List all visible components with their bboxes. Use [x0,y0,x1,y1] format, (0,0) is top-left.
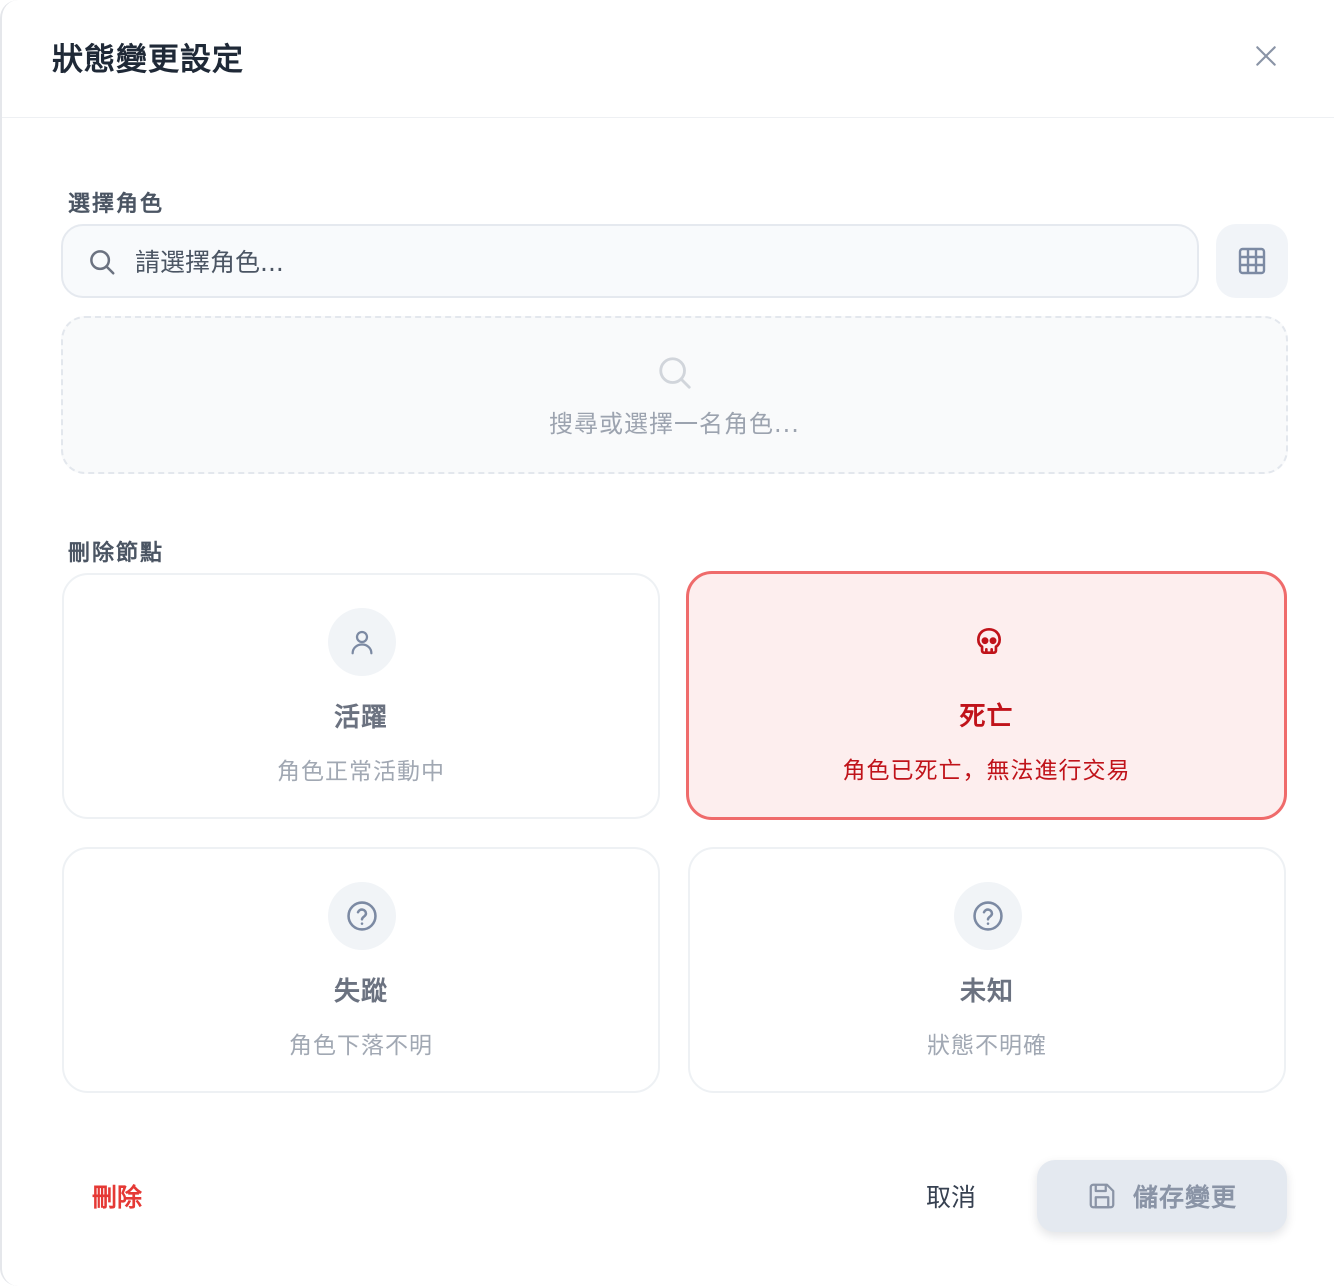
delete-button[interactable]: 刪除 [92,1178,142,1214]
status-icon-wrap [954,882,1022,950]
character-empty-state: 搜尋或選擇一名角色... [61,316,1288,474]
status-icon-wrap [955,608,1023,676]
status-icon-wrap [328,608,396,676]
status-name: 未知 [959,977,1014,1007]
status-name: 活躍 [333,703,388,733]
status-card-missing[interactable]: 失蹤 角色下落不明 [62,847,660,1093]
search-icon [90,250,115,275]
save-icon [1089,1183,1115,1209]
grid-view-button[interactable] [1216,224,1288,298]
dialog-title: 狀態變更設定 [52,42,244,78]
dialog-header: 狀態變更設定 [2,0,1334,118]
status-description: 角色已死亡，無法進行交易 [842,758,1131,784]
empty-state-text: 搜尋或選擇一名角色... [549,410,800,438]
status-description: 狀態不明確 [927,1033,1047,1059]
question-circle-icon [347,901,377,931]
character-select-label: 選擇角色 [68,192,165,217]
save-button-label: 儲存變更 [1132,1183,1237,1212]
save-changes-button[interactable]: 儲存變更 [1037,1160,1287,1232]
question-circle-icon [973,901,1003,931]
close-button[interactable] [1246,36,1286,76]
close-icon [1256,46,1276,66]
cancel-button[interactable]: 取消 [926,1178,976,1214]
status-icon-wrap [328,882,396,950]
skull-icon [977,628,1001,654]
status-change-dialog: 狀態變更設定 選擇角色 搜尋或選擇一名角色... 刪除節點 [0,0,1334,1286]
search-icon [659,357,691,389]
user-icon [351,630,373,655]
status-card-unknown[interactable]: 未知 狀態不明確 [688,847,1286,1093]
grid-icon [1238,247,1266,275]
status-description: 角色正常活動中 [277,759,445,785]
status-section-label: 刪除節點 [68,541,165,566]
character-search-box[interactable] [61,224,1199,298]
character-search-input[interactable] [135,238,1175,286]
status-card-active[interactable]: 活躍 角色正常活動中 [62,573,660,819]
status-name: 失蹤 [333,977,388,1007]
status-name: 死亡 [959,702,1014,732]
status-card-dead[interactable]: 死亡 角色已死亡，無法進行交易 [686,571,1287,820]
status-description: 角色下落不明 [289,1033,433,1059]
